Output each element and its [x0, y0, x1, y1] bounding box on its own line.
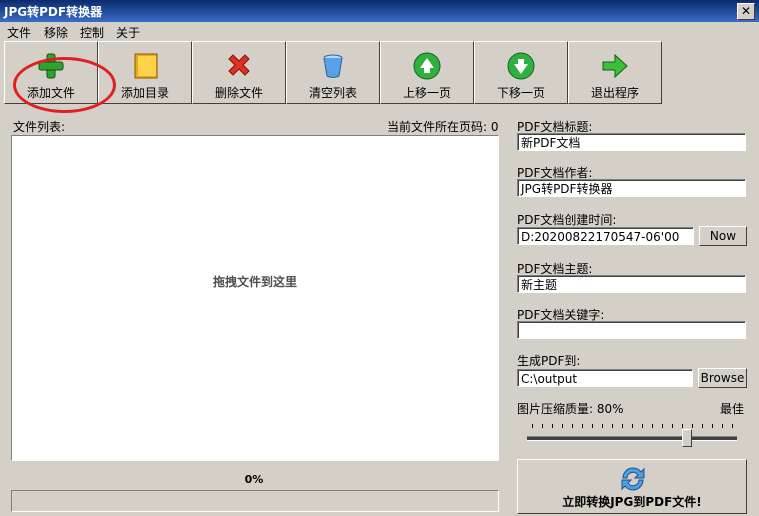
move-down-icon — [507, 52, 535, 80]
slider-tick — [582, 424, 583, 428]
file-list[interactable]: 拖拽文件到这里 — [11, 135, 499, 461]
move-down-button[interactable]: 下移一页 — [474, 41, 568, 104]
menu-file[interactable]: 文件 — [7, 24, 31, 41]
slider-tick — [592, 424, 593, 428]
slider-tick — [622, 424, 623, 428]
slider-tick — [642, 424, 643, 428]
slider-tick — [562, 424, 563, 428]
slider-tick — [682, 424, 683, 428]
exit-button[interactable]: 退出程序 — [568, 41, 662, 104]
slider-tick — [542, 424, 543, 428]
convert-button[interactable]: 立即转换JPG到PDF文件! — [517, 459, 747, 514]
add-folder-icon — [134, 53, 158, 79]
quality-slider-track[interactable] — [527, 436, 737, 441]
pdf-subject-input[interactable]: 新主题 — [517, 275, 746, 293]
clear-list-button[interactable]: 清空列表 — [286, 41, 380, 104]
exit-icon — [602, 53, 628, 79]
highlight-ellipse — [13, 57, 116, 113]
menu-remove[interactable]: 移除 — [44, 24, 68, 41]
output-path-input[interactable]: C:\output — [517, 369, 693, 387]
title-bar: JPG转PDF转换器 ✕ — [0, 0, 759, 22]
progress-bar — [11, 490, 499, 512]
slider-tick — [712, 424, 713, 428]
pdf-created-label: PDF文档创建时间: — [517, 213, 617, 227]
now-button[interactable]: Now — [699, 226, 747, 246]
slider-tick — [672, 424, 673, 428]
pdf-keywords-input[interactable] — [517, 321, 746, 339]
slider-tick — [722, 424, 723, 428]
slider-tick — [532, 424, 533, 428]
window-title: JPG转PDF转换器 — [4, 5, 103, 19]
delete-file-label: 删除文件 — [214, 86, 263, 100]
file-list-label: 文件列表: — [13, 120, 66, 134]
output-label: 生成PDF到: — [517, 354, 581, 368]
page-indicator: 当前文件所在页码: 0 — [387, 120, 499, 134]
move-up-label: 上移一页 — [402, 86, 451, 100]
slider-tick — [602, 424, 603, 428]
slider-tick — [732, 424, 733, 428]
quality-best-label: 最佳 — [720, 402, 745, 416]
menu-control[interactable]: 控制 — [80, 24, 104, 41]
progress-text: 0% — [244, 473, 264, 486]
drop-hint: 拖拽文件到这里 — [212, 275, 297, 289]
browse-button[interactable]: Browse — [698, 368, 747, 388]
pdf-author-input[interactable]: JPG转PDF转换器 — [517, 179, 746, 197]
pdf-title-input[interactable]: 新PDF文档 — [517, 133, 746, 151]
pdf-created-input[interactable]: D:20200822170547-06'00 — [517, 227, 694, 245]
convert-label: 立即转换JPG到PDF文件! — [562, 495, 702, 509]
slider-tick — [552, 424, 553, 428]
slider-tick — [572, 424, 573, 428]
delete-file-button[interactable]: 删除文件 — [192, 41, 286, 104]
quality-label: 图片压缩质量: 80% — [517, 402, 624, 416]
delete-icon — [228, 54, 250, 76]
slider-tick — [702, 424, 703, 428]
slider-tick — [662, 424, 663, 428]
slider-tick — [692, 424, 693, 428]
menu-about[interactable]: 关于 — [116, 24, 140, 41]
move-up-icon — [413, 52, 441, 80]
move-down-label: 下移一页 — [496, 86, 545, 100]
exit-label: 退出程序 — [590, 86, 639, 100]
slider-tick — [612, 424, 613, 428]
slider-tick — [632, 424, 633, 428]
move-up-button[interactable]: 上移一页 — [380, 41, 474, 104]
menu-bar: 文件 移除 控制 关于 — [0, 22, 759, 40]
convert-refresh-icon — [621, 467, 645, 491]
slider-tick — [652, 424, 653, 428]
close-button[interactable]: ✕ — [737, 3, 755, 20]
quality-slider-thumb[interactable] — [682, 429, 692, 447]
clear-list-label: 清空列表 — [308, 86, 357, 100]
clear-list-icon — [323, 54, 343, 78]
